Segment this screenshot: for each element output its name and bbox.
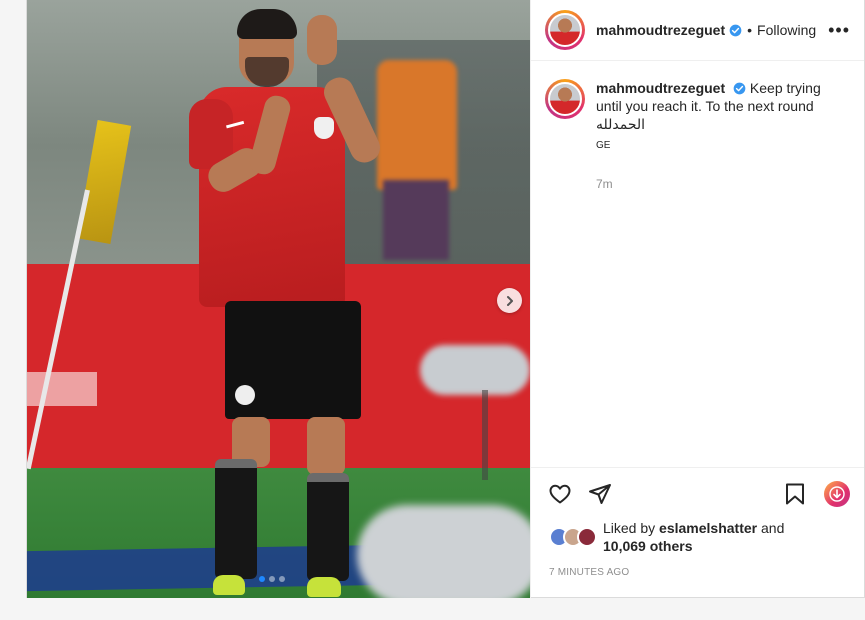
photo-steward [377,60,457,190]
photo-steward-legs [383,180,449,260]
caption-username[interactable]: mahmoudtrezeguet [596,80,725,96]
player-boot-right [307,577,341,597]
player-shorts-badge [235,385,255,405]
media-dot [259,576,265,582]
likes-joiner: and [757,520,785,536]
like-button[interactable] [547,481,573,507]
media-dot [269,576,275,582]
more-options-icon[interactable]: ••• [828,20,850,41]
player-crest [314,117,334,139]
paper-plane-icon [589,483,611,504]
verified-badge-icon [729,24,742,36]
caption-row: mahmoudtrezeguet Keep trying until you r… [545,79,850,155]
comments-section: mahmoudtrezeguet Keep trying until you r… [531,61,864,467]
chevron-right-icon [506,295,513,306]
post-modal: mahmoudtrezeguet • Following ••• mahmoud… [26,0,865,598]
first-liker-link[interactable]: eslamelshatter [659,520,757,536]
photo-foreground-mic [357,505,530,598]
player-beard [245,57,289,87]
media-dot [279,576,285,582]
avatar-image [548,82,582,116]
author-username[interactable]: mahmoudtrezeguet [596,22,725,38]
download-icon [829,485,845,502]
save-button[interactable] [782,481,808,507]
photo-mic-pole [482,390,488,480]
author-avatar[interactable] [545,10,585,50]
caption-sub: GE [596,140,611,151]
verified-badge-icon [733,82,746,95]
caption: mahmoudtrezeguet Keep trying until you r… [596,79,850,155]
player-boot-left [213,575,245,595]
likes-summary: Liked by eslamelshatter and 10,069 other… [603,519,784,555]
likes-row: Liked by eslamelshatter and 10,069 other… [531,519,864,555]
player-sock-left [215,459,257,579]
heart-icon [549,484,571,503]
share-button[interactable] [587,481,613,507]
bookmark-icon [786,483,804,504]
following-button[interactable]: Following [757,22,816,38]
caption-time[interactable]: 7m [596,177,850,191]
media-pagination-dots [259,576,285,582]
player-sock-right [307,473,349,581]
liker-avatar[interactable] [577,527,597,547]
player-hand-right [307,15,337,65]
header-separator: • [747,22,753,38]
action-bar [531,467,864,519]
post-header: mahmoudtrezeguet • Following ••• [531,0,864,61]
next-media-button[interactable] [497,288,522,313]
post-media[interactable] [27,0,530,598]
post-details-panel: mahmoudtrezeguet • Following ••• mahmoud… [530,0,864,598]
photo-player [187,5,387,598]
player-leg-right [307,417,345,475]
photo-microphone [420,345,530,395]
photo-banner-strip [27,372,97,406]
likes-prefix: Liked by [603,520,660,536]
likes-others-link[interactable]: 10,069 others [603,538,693,554]
avatar-image [548,13,582,47]
download-button[interactable] [824,480,850,507]
caption-avatar[interactable] [545,79,585,119]
post-timestamp[interactable]: 7 MINUTES AGO [531,555,864,598]
liker-avatars [549,527,603,547]
player-hair [237,9,297,39]
